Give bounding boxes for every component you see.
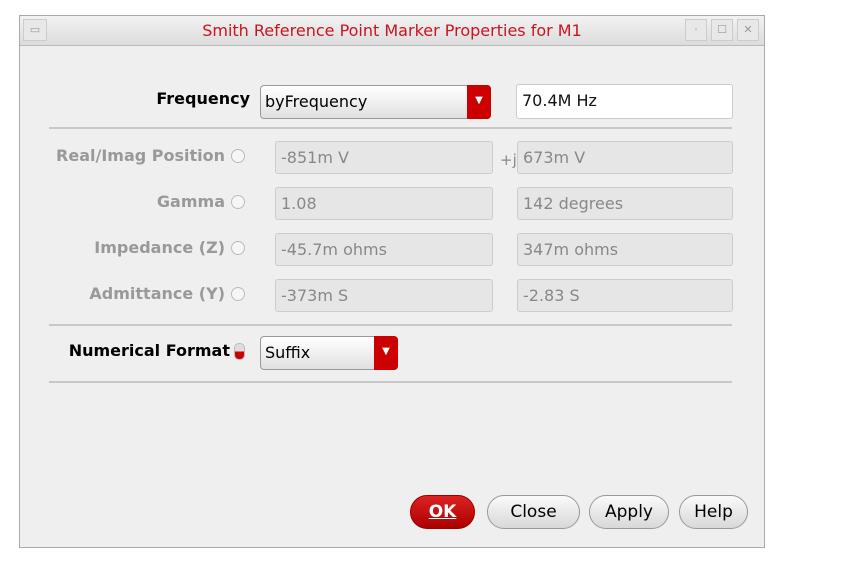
impedance-radio[interactable] (231, 241, 245, 255)
admittance-real-field[interactable]: -373m S (275, 279, 493, 312)
numerical-format-select[interactable]: Suffix ▼ (260, 336, 398, 370)
impedance-real-field[interactable]: -45.7m ohms (275, 233, 493, 266)
close-window-button[interactable]: ✕ (737, 19, 759, 41)
maximize-button[interactable]: ☐ (711, 19, 733, 41)
admittance-imag-field[interactable]: -2.83 S (517, 279, 733, 312)
impedance-label: Impedance (Z) (94, 238, 225, 257)
ok-button[interactable]: OK (410, 495, 475, 529)
divider (49, 381, 732, 383)
title-bar[interactable]: ▭ Smith Reference Point Marker Propertie… (20, 16, 764, 46)
frequency-mode-select[interactable]: byFrequency ▼ (260, 85, 491, 119)
frequency-mode-value: byFrequency (265, 92, 368, 111)
close-button[interactable]: Close (487, 495, 580, 529)
dialog-window: ▭ Smith Reference Point Marker Propertie… (19, 15, 765, 548)
divider (49, 324, 732, 326)
divider (49, 127, 732, 129)
numerical-format-label: Numerical Format (68, 341, 230, 360)
gamma-angle-field[interactable]: 142 degrees (517, 187, 733, 220)
chevron-down-icon: ▼ (374, 336, 398, 370)
imag-field[interactable]: 673m V (517, 141, 733, 174)
numerical-format-value: Suffix (265, 343, 311, 362)
real-field[interactable]: -851m V (275, 141, 493, 174)
frequency-label: Frequency (156, 89, 250, 108)
admittance-radio[interactable] (231, 287, 245, 301)
real-imag-label: Real/Imag Position (56, 146, 225, 165)
minimize-button[interactable]: · (685, 19, 707, 41)
help-button[interactable]: Help (679, 495, 748, 529)
apply-button[interactable]: Apply (589, 495, 669, 529)
admittance-label: Admittance (Y) (89, 284, 225, 303)
window-title: Smith Reference Point Marker Properties … (202, 21, 582, 40)
gamma-label: Gamma (156, 192, 225, 211)
imag-prefix: +j (500, 151, 517, 169)
gamma-mag-field[interactable]: 1.08 (275, 187, 493, 220)
gamma-radio[interactable] (231, 195, 245, 209)
numerical-format-radio[interactable] (234, 343, 245, 360)
chevron-down-icon: ▼ (467, 85, 491, 119)
frequency-input[interactable]: 70.4M Hz (516, 84, 733, 119)
impedance-imag-field[interactable]: 347m ohms (517, 233, 733, 266)
real-imag-radio[interactable] (231, 149, 245, 163)
